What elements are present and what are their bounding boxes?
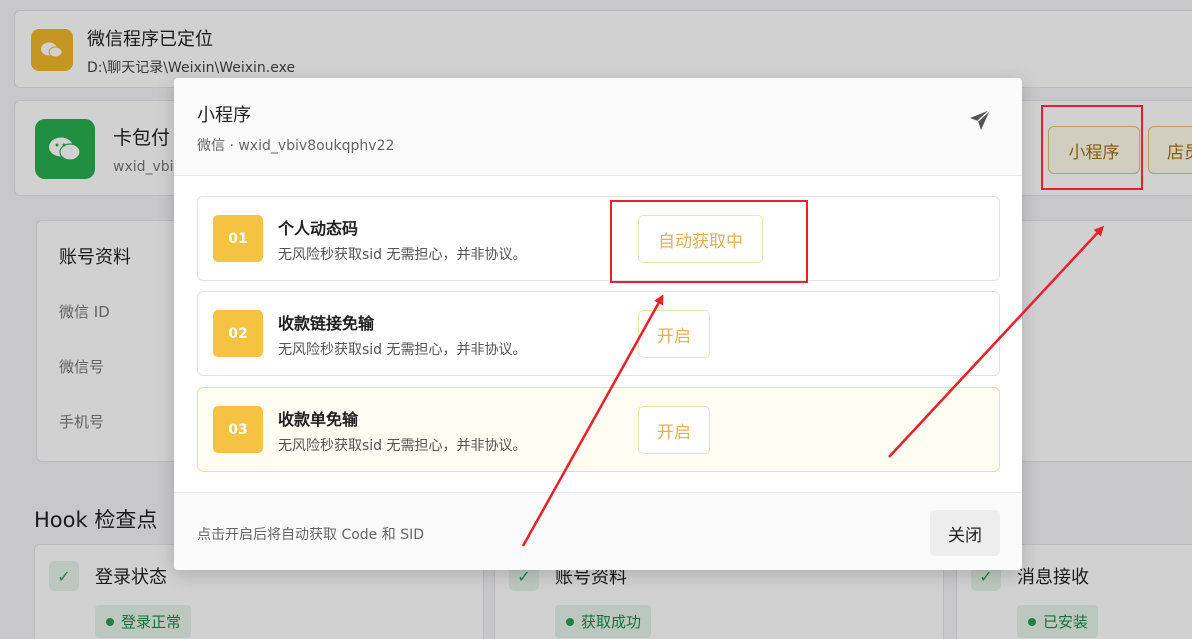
feature-number: 02: [213, 310, 263, 357]
footer-hint: 点击开启后将自动获取 Code 和 SID: [197, 527, 424, 543]
dialog-title: 小程序: [197, 105, 251, 126]
dialog-footer: 点击开启后将自动获取 Code 和 SID 关闭: [174, 492, 1022, 570]
dialog-subtitle: 微信 · wxid_vbiv8oukqphv22: [197, 138, 395, 154]
annotation-box-auto-fetch: [610, 200, 808, 283]
feature-row-payment-link: 02 收款链接免输 无风险秒获取sid 无需担心，并非协议。 开启: [197, 291, 1000, 376]
send-icon[interactable]: [968, 108, 992, 132]
feature-number: 03: [213, 406, 263, 453]
feature-row-dynamic-code: 01 个人动态码 无风险秒获取sid 无需担心，并非协议。 自动获取中: [197, 196, 1000, 281]
feature-name: 收款链接免输: [278, 314, 375, 333]
feature-description: 无风险秒获取sid 无需担心，并非协议。: [278, 438, 527, 454]
feature-row-payment-order: 03 收款单免输 无风险秒获取sid 无需担心，并非协议。 开启: [197, 387, 1000, 472]
close-button[interactable]: 关闭: [930, 510, 1000, 556]
dialog-header: 小程序 微信 · wxid_vbiv8oukqphv22: [174, 78, 1022, 176]
feature-name: 个人动态码: [278, 219, 359, 238]
feature-description: 无风险秒获取sid 无需担心，并非协议。: [278, 247, 527, 263]
enable-button[interactable]: 开启: [638, 310, 710, 358]
feature-description: 无风险秒获取sid 无需担心，并非协议。: [278, 342, 527, 358]
enable-button[interactable]: 开启: [638, 406, 710, 454]
mini-program-dialog: 小程序 微信 · wxid_vbiv8oukqphv22 01 个人动态码 无风…: [174, 78, 1022, 570]
feature-name: 收款单免输: [278, 410, 359, 429]
annotation-box-mini-program: [1041, 105, 1143, 190]
feature-number: 01: [213, 215, 263, 262]
